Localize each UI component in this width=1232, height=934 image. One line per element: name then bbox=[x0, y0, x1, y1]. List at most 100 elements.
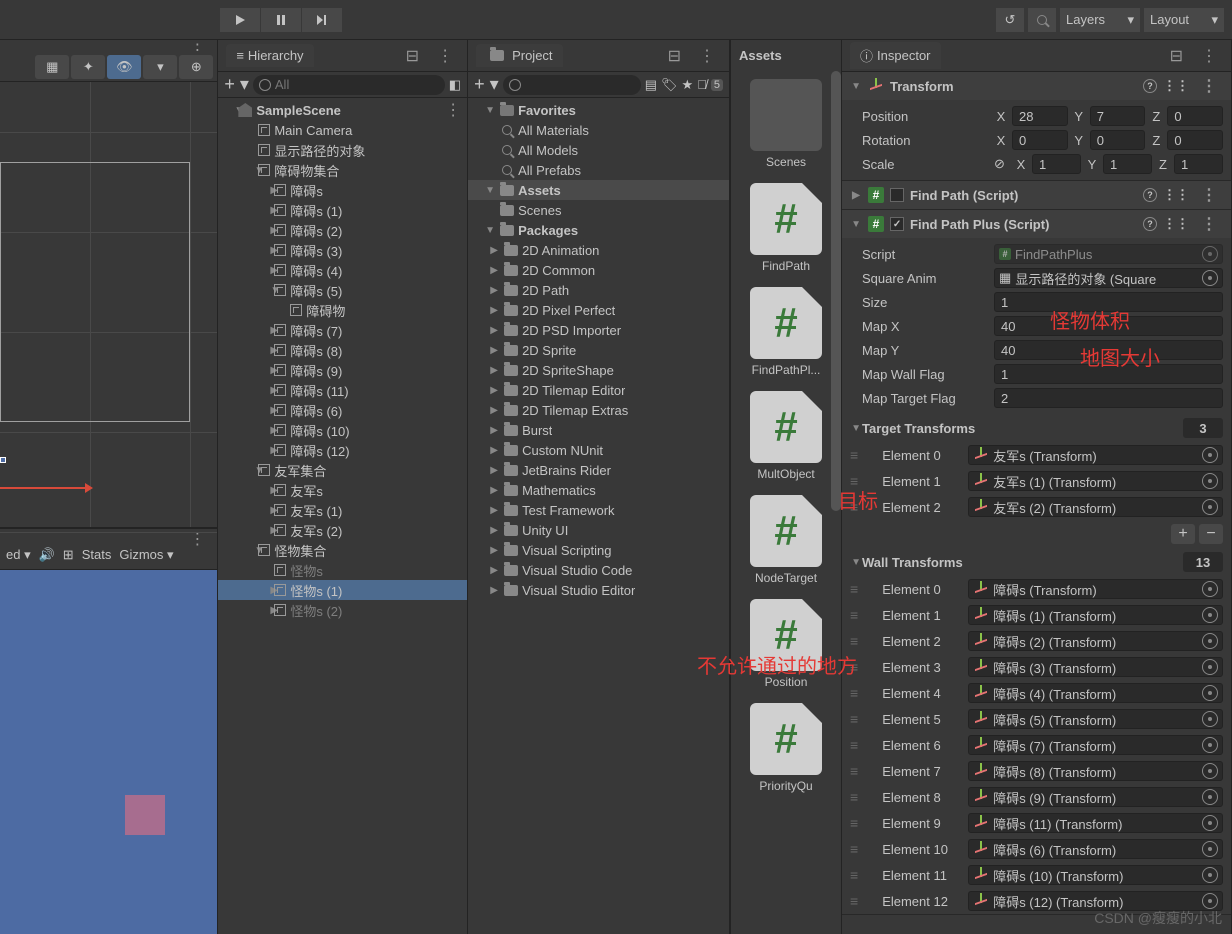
component-enabled-checkbox[interactable] bbox=[890, 188, 904, 202]
asset-item[interactable]: #MultObject bbox=[735, 387, 837, 485]
stats-button[interactable]: Stats bbox=[82, 547, 112, 562]
help-icon[interactable]: ? bbox=[1143, 188, 1157, 202]
object-field[interactable]: 障碍s (4) (Transform) bbox=[968, 683, 1223, 703]
array-element-row[interactable]: ≡Element 9障碍s (11) (Transform) bbox=[842, 810, 1231, 836]
pause-button[interactable] bbox=[261, 8, 301, 32]
kebab-icon[interactable]: ⋮ bbox=[183, 529, 211, 540]
object-picker-icon[interactable] bbox=[1202, 763, 1218, 779]
object-field[interactable]: 障碍s (3) (Transform) bbox=[968, 657, 1223, 677]
scene-row[interactable]: ▼SampleScene⋮ bbox=[218, 100, 467, 120]
hierarchy-item[interactable]: 显示路径的对象 bbox=[218, 140, 467, 160]
project-item[interactable]: ▶2D Path bbox=[468, 280, 729, 300]
position-x-input[interactable]: 28 bbox=[1012, 106, 1068, 126]
search-filter-icon[interactable]: ◧ bbox=[449, 77, 461, 93]
object-picker-icon[interactable] bbox=[1202, 711, 1218, 727]
drag-handle-icon[interactable]: ≡ bbox=[850, 447, 856, 463]
kebab-icon[interactable]: ⋮ bbox=[693, 46, 721, 66]
help-icon[interactable]: ? bbox=[1143, 79, 1157, 93]
hierarchy-item[interactable]: ▶障碍s (2) bbox=[218, 220, 467, 240]
object-picker-icon[interactable] bbox=[1202, 270, 1218, 286]
project-item[interactable]: ▶2D Sprite bbox=[468, 340, 729, 360]
drag-handle-icon[interactable]: ≡ bbox=[850, 499, 856, 515]
object-picker-icon[interactable] bbox=[1202, 789, 1218, 805]
drag-handle-icon[interactable]: ≡ bbox=[850, 711, 856, 727]
object-field[interactable]: 障碍s (Transform) bbox=[968, 579, 1223, 599]
panel-lock-icon[interactable]: ⊟ bbox=[662, 46, 687, 66]
object-picker-icon[interactable] bbox=[1202, 447, 1218, 463]
object-field[interactable]: 障碍s (8) (Transform) bbox=[968, 761, 1223, 781]
array-element-row[interactable]: ≡Element 0障碍s (Transform) bbox=[842, 576, 1231, 602]
filter-by-label-icon[interactable]: 🏷 bbox=[661, 77, 678, 93]
object-picker-icon[interactable] bbox=[1202, 893, 1218, 909]
kebab-icon[interactable]: ⋮ bbox=[439, 100, 467, 120]
drag-handle-icon[interactable]: ≡ bbox=[850, 685, 856, 701]
hierarchy-item[interactable]: ▶障碍s (11) bbox=[218, 380, 467, 400]
project-tab[interactable]: Project bbox=[476, 44, 562, 67]
position-z-input[interactable]: 0 bbox=[1167, 106, 1223, 126]
create-dropdown[interactable]: + ▾ bbox=[224, 74, 249, 95]
toggle-fx[interactable]: ✦ bbox=[71, 55, 105, 79]
layout-dropdown[interactable]: Layout▾ bbox=[1144, 8, 1224, 32]
kebab-icon[interactable]: ⋮ bbox=[183, 40, 211, 52]
array-element-row[interactable]: ≡Element 8障碍s (9) (Transform) bbox=[842, 784, 1231, 810]
hierarchy-item[interactable]: ▶障碍s (8) bbox=[218, 340, 467, 360]
object-field[interactable]: 障碍s (10) (Transform) bbox=[968, 865, 1223, 885]
drag-handle-icon[interactable]: ≡ bbox=[850, 815, 856, 831]
create-dropdown[interactable]: + ▾ bbox=[474, 74, 499, 95]
object-picker-icon[interactable] bbox=[1202, 841, 1218, 857]
toggle-camera[interactable]: ▾ bbox=[143, 55, 177, 79]
preset-icon[interactable]: ⋮⋮ bbox=[1163, 216, 1189, 232]
project-item[interactable]: ▶2D Pixel Perfect bbox=[468, 300, 729, 320]
project-search[interactable] bbox=[503, 75, 641, 95]
foldout-icon[interactable]: ▼ bbox=[850, 81, 862, 92]
hierarchy-item[interactable]: ▶障碍s (10) bbox=[218, 420, 467, 440]
selected-object-handle[interactable] bbox=[0, 457, 6, 463]
object-field[interactable]: 障碍s (9) (Transform) bbox=[968, 787, 1223, 807]
project-item[interactable]: ▶2D Tilemap Editor bbox=[468, 380, 729, 400]
inspector-tab[interactable]: ⓘ Inspector bbox=[850, 42, 941, 69]
array-size-input[interactable]: 3 bbox=[1183, 418, 1223, 438]
targetflag-input[interactable]: 2 bbox=[994, 388, 1223, 408]
hierarchy-item[interactable]: ▶友军s (2) bbox=[218, 520, 467, 540]
object-field[interactable]: 障碍s (7) (Transform) bbox=[968, 735, 1223, 755]
object-field[interactable]: 障碍s (2) (Transform) bbox=[968, 631, 1223, 651]
rotation-x-input[interactable]: 0 bbox=[1012, 130, 1068, 150]
preset-icon[interactable]: ⋮⋮ bbox=[1163, 78, 1189, 94]
project-item[interactable]: ▼Favorites bbox=[468, 100, 729, 120]
object-picker-icon[interactable] bbox=[1202, 499, 1218, 515]
scene-view[interactable]: ▦ ✦ 👁 ▾ ⊕ bbox=[0, 52, 217, 528]
asset-item[interactable]: Scenes bbox=[735, 75, 837, 173]
hierarchy-item[interactable]: 障碍物 bbox=[218, 300, 467, 320]
hierarchy-item[interactable]: ▶障碍s (12) bbox=[218, 440, 467, 460]
drag-handle-icon[interactable]: ≡ bbox=[850, 867, 856, 883]
audio-toggle[interactable]: 🔊 bbox=[39, 547, 55, 563]
object-picker-icon[interactable] bbox=[1202, 685, 1218, 701]
hierarchy-item[interactable]: Main Camera bbox=[218, 120, 467, 140]
object-picker-icon[interactable] bbox=[1202, 737, 1218, 753]
hierarchy-item[interactable]: ▶友军s (1) bbox=[218, 500, 467, 520]
target-transforms-header[interactable]: ▼Target Transforms3 bbox=[842, 414, 1231, 442]
drag-handle-icon[interactable]: ≡ bbox=[850, 473, 856, 489]
hierarchy-search[interactable]: All bbox=[253, 75, 445, 95]
drag-handle-icon[interactable]: ≡ bbox=[850, 763, 856, 779]
object-picker-icon[interactable] bbox=[1202, 867, 1218, 883]
project-item[interactable]: All Materials bbox=[468, 120, 729, 140]
object-field[interactable]: 障碍s (5) (Transform) bbox=[968, 709, 1223, 729]
hierarchy-item[interactable]: ▶怪物s (1) bbox=[218, 580, 467, 600]
hierarchy-item[interactable]: ▶友军s bbox=[218, 480, 467, 500]
drag-handle-icon[interactable]: ≡ bbox=[850, 737, 856, 753]
panel-lock-icon[interactable]: ⊟ bbox=[1164, 46, 1189, 66]
array-element-row[interactable]: ≡Element 0友军s (Transform) bbox=[842, 442, 1231, 468]
project-item[interactable]: ▶Visual Studio Editor bbox=[468, 580, 729, 600]
array-element-row[interactable]: ≡Element 1友军s (1) (Transform) bbox=[842, 468, 1231, 494]
search-button[interactable] bbox=[1028, 8, 1056, 32]
wall-transforms-header[interactable]: ▼Wall Transforms13 bbox=[842, 548, 1231, 576]
asset-item[interactable]: #PriorityQu bbox=[735, 699, 837, 797]
object-field[interactable]: 障碍s (6) (Transform) bbox=[968, 839, 1223, 859]
square-anim-field[interactable]: ▦ 显示路径的对象 (Square bbox=[994, 268, 1223, 288]
scale-z-input[interactable]: 1 bbox=[1174, 154, 1223, 174]
filter-by-type-icon[interactable]: ▤ bbox=[645, 77, 657, 93]
asset-item[interactable]: #FindPathPl... bbox=[735, 283, 837, 381]
array-element-row[interactable]: ≡Element 7障碍s (8) (Transform) bbox=[842, 758, 1231, 784]
mapx-input[interactable]: 40 bbox=[994, 316, 1223, 336]
